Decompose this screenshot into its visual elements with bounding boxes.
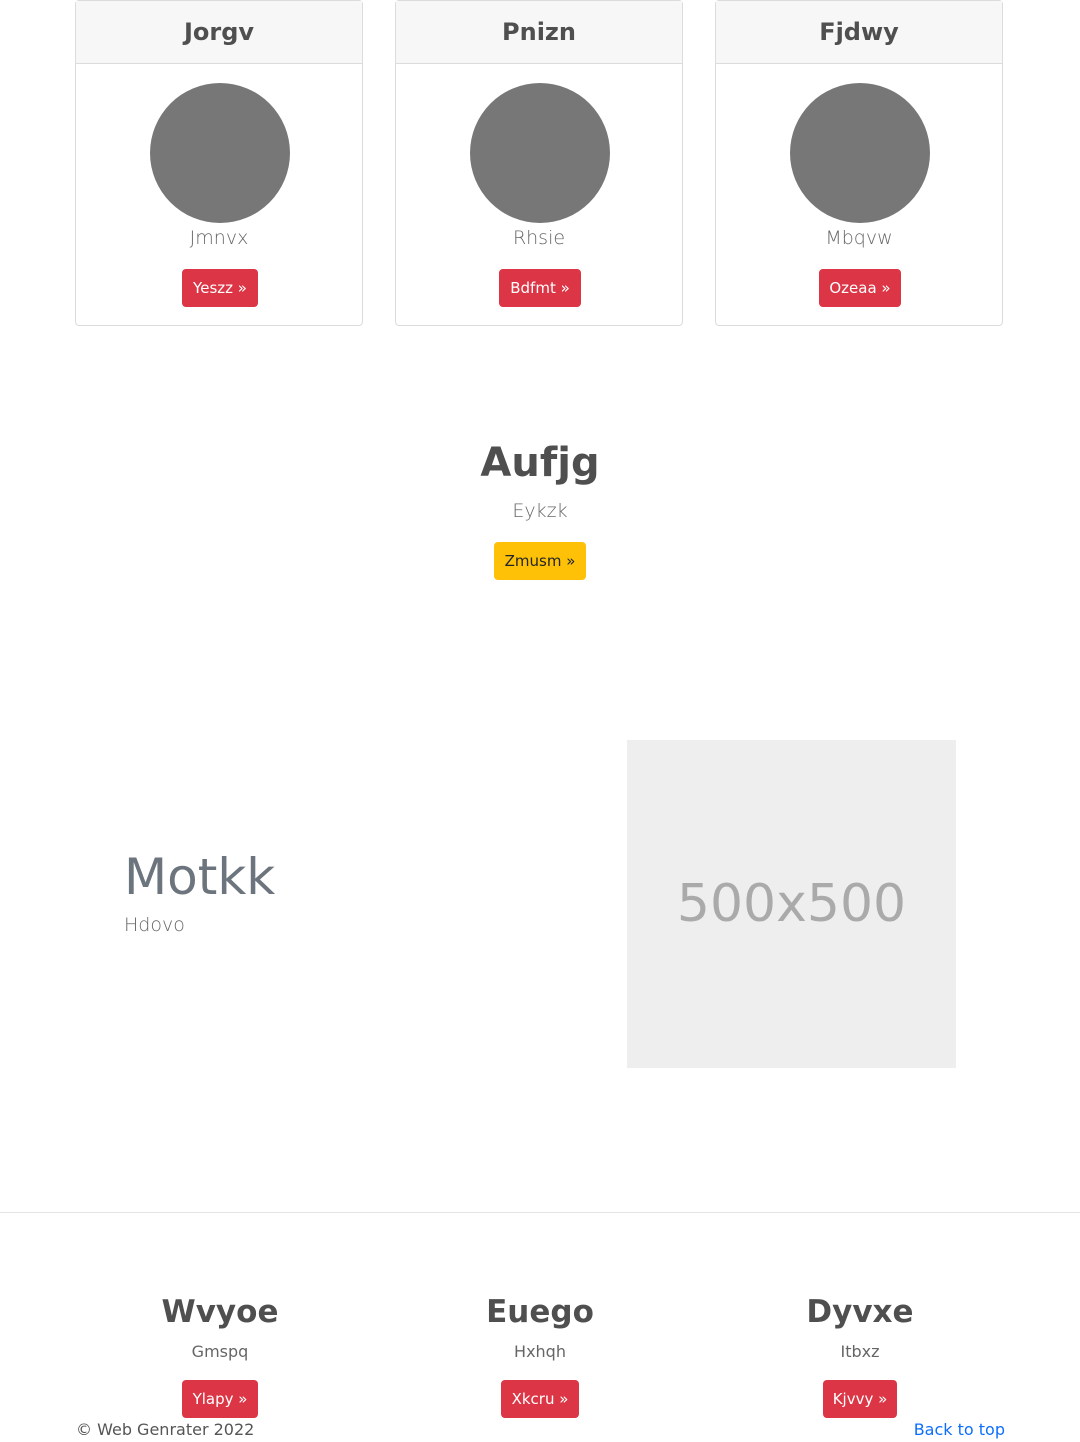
card-pnizn: Pnizn Rhsie Bdfmt » bbox=[395, 0, 683, 326]
column-button-wrap: Ylapy » bbox=[60, 1380, 380, 1418]
column-title: Euego bbox=[486, 1294, 594, 1330]
avatar bbox=[150, 83, 290, 223]
footer-copyright: © Web Genrater 2022 bbox=[76, 1420, 255, 1439]
card-subtitle: Jmnvx bbox=[189, 227, 249, 249]
avatar bbox=[470, 83, 610, 223]
column-title: Wvyoe bbox=[161, 1294, 279, 1330]
card-title: Fjdwy bbox=[716, 1, 1002, 64]
column-button-ylapy[interactable]: Ylapy » bbox=[182, 1380, 258, 1418]
card-subtitle: Rhsie bbox=[512, 227, 566, 249]
column-subtitle: Itbxz bbox=[840, 1342, 880, 1361]
column-button-xkcru[interactable]: Xkcru » bbox=[501, 1380, 579, 1418]
card-button-ozeaa[interactable]: Ozeaa » bbox=[819, 269, 901, 307]
hero-title: Aufjg bbox=[480, 440, 600, 486]
card-jorgv: Jorgv Jmnvx Yeszz » bbox=[75, 0, 363, 326]
avatar bbox=[790, 83, 930, 223]
back-to-top-link[interactable]: Back to top bbox=[914, 1420, 1005, 1439]
hero-button[interactable]: Zmusm » bbox=[494, 542, 586, 580]
placeholder-image: 500x500 bbox=[627, 740, 956, 1068]
card-button-bdfmt[interactable]: Bdfmt » bbox=[499, 269, 581, 307]
hero-subtitle: Eykzk bbox=[512, 500, 568, 522]
card-button-yeszz[interactable]: Yeszz » bbox=[182, 269, 258, 307]
section-divider bbox=[0, 1212, 1080, 1213]
card-fjdwy: Fjdwy Mbqvw Ozeaa » bbox=[715, 0, 1003, 326]
card-title: Pnizn bbox=[396, 1, 682, 64]
column-button-wrap: Xkcru » bbox=[380, 1380, 700, 1418]
column-subtitle: Gmspq bbox=[191, 1342, 249, 1361]
card-subtitle: Mbqvw bbox=[825, 227, 893, 249]
card-title: Jorgv bbox=[76, 1, 362, 64]
feature-subtitle: Hdovo bbox=[124, 914, 185, 936]
column-title: Dyvxe bbox=[806, 1294, 914, 1330]
column-button-wrap: Kjvvy » bbox=[700, 1380, 1020, 1418]
column-button-kjvvy[interactable]: Kjvvy » bbox=[823, 1380, 897, 1418]
column-subtitle: Hxhqh bbox=[514, 1342, 566, 1361]
feature-title: Motkk bbox=[124, 848, 276, 906]
